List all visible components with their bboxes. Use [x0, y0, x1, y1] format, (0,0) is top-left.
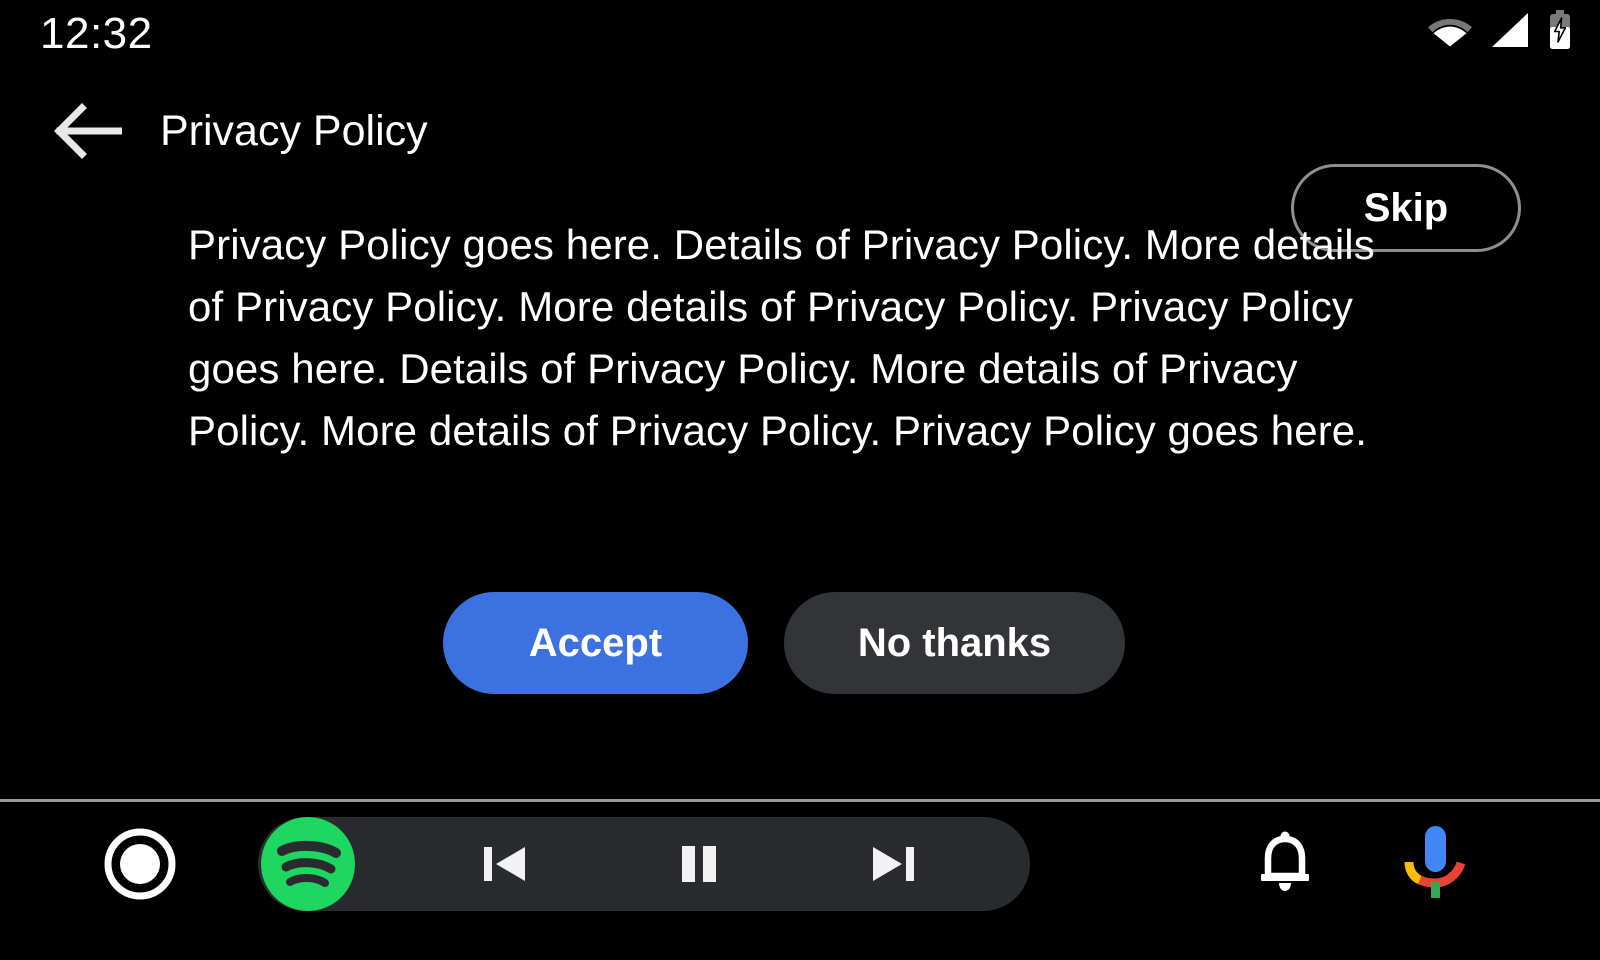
skip-previous-icon — [484, 847, 525, 881]
status-bar-clock: 12:32 — [40, 9, 153, 58]
no-thanks-button[interactable]: No thanks — [784, 592, 1125, 694]
accept-button[interactable]: Accept — [443, 592, 748, 694]
status-bar: 12:32 — [0, 0, 1600, 70]
cellular-signal-icon — [1490, 12, 1530, 53]
previous-track-button[interactable] — [471, 830, 539, 898]
skip-next-icon — [873, 847, 914, 881]
next-track-button[interactable] — [859, 830, 927, 898]
app-header: Privacy Policy Skip — [0, 78, 1600, 252]
assistant-button[interactable] — [1396, 820, 1474, 904]
bottom-navigation-bar — [0, 802, 1600, 960]
pause-icon — [682, 846, 716, 882]
circle-home-icon — [104, 828, 176, 900]
battery-charging-icon — [1548, 10, 1572, 55]
play-pause-button[interactable] — [665, 830, 733, 898]
bell-icon — [1261, 831, 1309, 891]
spotify-app-icon[interactable] — [257, 813, 359, 915]
privacy-policy-body-text: Privacy Policy goes here. Details of Pri… — [188, 221, 1375, 454]
page-title: Privacy Policy — [160, 107, 428, 155]
status-bar-icons — [1428, 10, 1572, 55]
notifications-button[interactable] — [1249, 826, 1321, 898]
wifi-icon — [1428, 13, 1472, 52]
android-auto-privacy-policy-screen: 12:32 Privacy Policy Skip Privacy Policy… — [0, 0, 1600, 960]
media-controls-pill — [258, 817, 1030, 911]
home-button[interactable] — [100, 824, 180, 904]
google-assistant-mic-icon — [1404, 826, 1466, 898]
arrow-left-icon — [54, 103, 122, 159]
back-button[interactable] — [46, 96, 130, 166]
action-button-row: Accept No thanks — [443, 592, 1125, 694]
